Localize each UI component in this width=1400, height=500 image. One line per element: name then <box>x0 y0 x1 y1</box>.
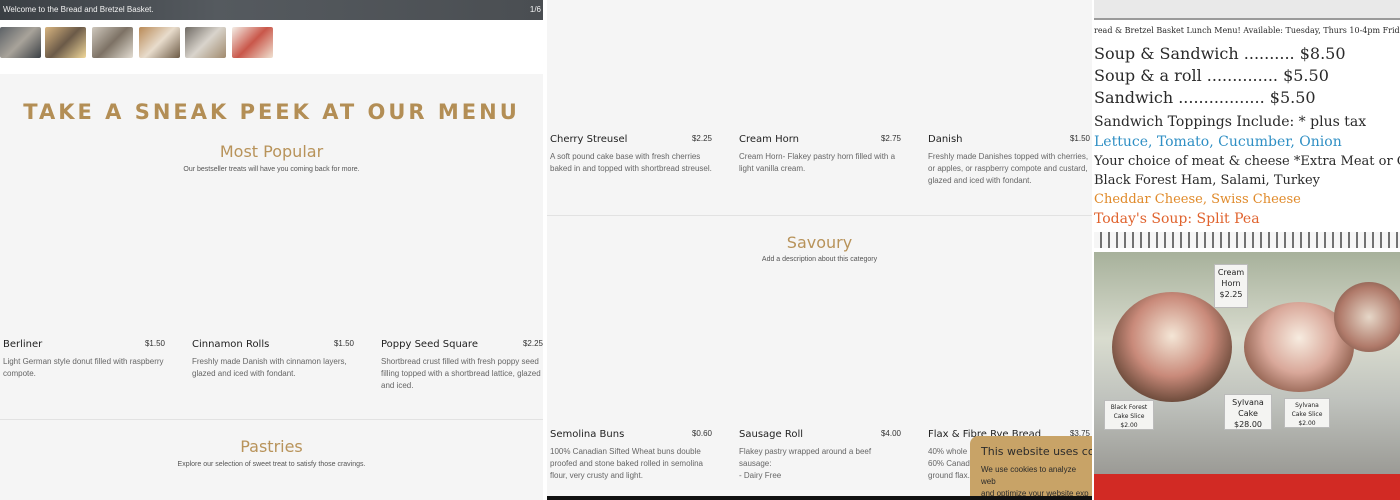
menu-item-description: Cream Horn- Flakey pastry horn filled wi… <box>739 152 896 173</box>
section-divider <box>547 215 1092 216</box>
cookie-banner[interactable]: This website uses cooki We use cookies t… <box>970 436 1092 500</box>
lunch-menu-whiteboard-photo[interactable]: read & Bretzel Basket Lunch Menu! Availa… <box>1094 0 1400 248</box>
cookie-banner-title: This website uses cooki <box>981 445 1092 458</box>
price-tag: Black Forest Cake Slice $2.00 <box>1104 400 1154 430</box>
menu-panel-left: Welcome to the Bread and Bretzel Basket.… <box>0 0 543 500</box>
bottom-bar <box>547 496 1092 500</box>
menu-item-price: $4.00 <box>880 429 901 438</box>
display-case-photo[interactable]: Cream Horn $2.25 Black Forest Cake Slice… <box>1094 252 1400 500</box>
gallery-caption-bar[interactable]: Welcome to the Bread and Bretzel Basket.… <box>0 0 543 20</box>
menu-item-price: $2.75 <box>880 134 901 143</box>
cake-image <box>1112 292 1232 402</box>
menu-item-price: $2.25 <box>691 134 712 143</box>
whiteboard-line: Soup & a roll .............. $5.50 <box>1094 66 1329 85</box>
menu-item-price: $1.50 <box>333 339 354 348</box>
gallery-thumbnail[interactable] <box>92 27 133 58</box>
gallery-thumbnail[interactable] <box>232 27 273 58</box>
price-tag: Sylvana Cake Slice $2.00 <box>1284 398 1330 428</box>
cookie-banner-body: We use cookies to analyze web and optimi… <box>981 465 1089 498</box>
menu-item-price: $1.50 <box>1069 134 1090 143</box>
menu-item-name: Sausage Roll <box>739 429 804 440</box>
menu-item-price: $1.50 <box>144 339 165 348</box>
category-title-most-popular: Most Popular <box>219 142 324 161</box>
whiteboard-line: Cheddar Cheese, Swiss Cheese <box>1094 192 1301 207</box>
gallery-thumbnails <box>0 20 543 74</box>
wallpaper-pattern <box>1094 232 1400 248</box>
menu-item-price: $0.60 <box>691 429 712 438</box>
menu-item-price: $2.25 <box>522 339 543 348</box>
whiteboard: read & Bretzel Basket Lunch Menu! Availa… <box>1094 18 1400 232</box>
menu-heading: TAKE A SNEAK PEEK AT OUR MENU <box>23 100 520 124</box>
menu-item-description: A soft pound cake base with fresh cherri… <box>550 152 712 173</box>
category-description-most-popular: Our bestseller treats will have you comi… <box>183 166 360 173</box>
gallery-thumbnail[interactable] <box>0 27 41 58</box>
section-divider <box>0 419 543 420</box>
category-title-pastries: Pastries <box>240 437 303 456</box>
menu-item-description: Freshly made Danishes topped with cherri… <box>928 152 1089 185</box>
photo-panel-right: read & Bretzel Basket Lunch Menu! Availa… <box>1094 0 1400 500</box>
price-tag: Sylvana Cake $28.00 <box>1224 394 1272 430</box>
menu-item-name: Semolina Buns <box>550 429 625 440</box>
menu-item-name: Cherry Streusel <box>550 134 628 145</box>
cake-image <box>1334 282 1400 352</box>
menu-item-name: Berliner <box>3 339 43 350</box>
whiteboard-line: Black Forest Ham, Salami, Turkey <box>1094 173 1320 188</box>
category-description-savoury: Add a description about this category <box>761 256 878 263</box>
price-tag: Cream Horn $2.25 <box>1214 264 1248 308</box>
menu-item-description: 100% Canadian Sifted Wheat buns double p… <box>550 447 703 480</box>
gallery-thumbnail[interactable] <box>139 27 180 58</box>
category-description-pastries: Explore our selection of sweet treat to … <box>177 461 366 468</box>
menu-panel-middle: Cherry Streusel $2.25 A soft pound cake … <box>547 0 1092 500</box>
menu-item-name: Cinnamon Rolls <box>192 339 270 350</box>
menu-item-description: Flakey pastry wrapped around a beef saus… <box>739 447 872 480</box>
category-title-savoury: Savoury <box>786 233 853 252</box>
whiteboard-line: Soup & Sandwich .......... $8.50 <box>1094 44 1346 63</box>
menu-item-description: Shortbread crust filled with fresh poppy… <box>381 357 541 390</box>
whiteboard-line: read & Bretzel Basket Lunch Menu! Availa… <box>1094 26 1400 35</box>
menu-item-name: Cream Horn <box>739 134 799 145</box>
gallery-counter: 1/6 <box>529 5 541 14</box>
gallery-thumbnail[interactable] <box>185 27 226 58</box>
menu-item-description: Freshly made Danish with cinnamon layers… <box>192 357 347 378</box>
display-case-base <box>1094 474 1400 500</box>
menu-item-name: Poppy Seed Square <box>381 339 478 350</box>
gallery-caption: Welcome to the Bread and Bretzel Basket. <box>3 5 154 14</box>
whiteboard-line: Sandwich Toppings Include: * plus tax <box>1094 114 1367 130</box>
gallery-thumbnail[interactable] <box>45 27 86 58</box>
menu-item-name: Danish <box>928 134 963 145</box>
whiteboard-line: Your choice of meat & cheese *Extra Meat… <box>1094 154 1400 169</box>
whiteboard-line: Sandwich ................. $5.50 <box>1094 88 1316 107</box>
page: Welcome to the Bread and Bretzel Basket.… <box>0 0 1400 500</box>
whiteboard-line: Today's Soup: Split Pea <box>1094 211 1260 227</box>
menu-item-description: Light German style donut filled with ras… <box>3 357 164 378</box>
whiteboard-line: Lettuce, Tomato, Cucumber, Onion <box>1094 134 1342 150</box>
